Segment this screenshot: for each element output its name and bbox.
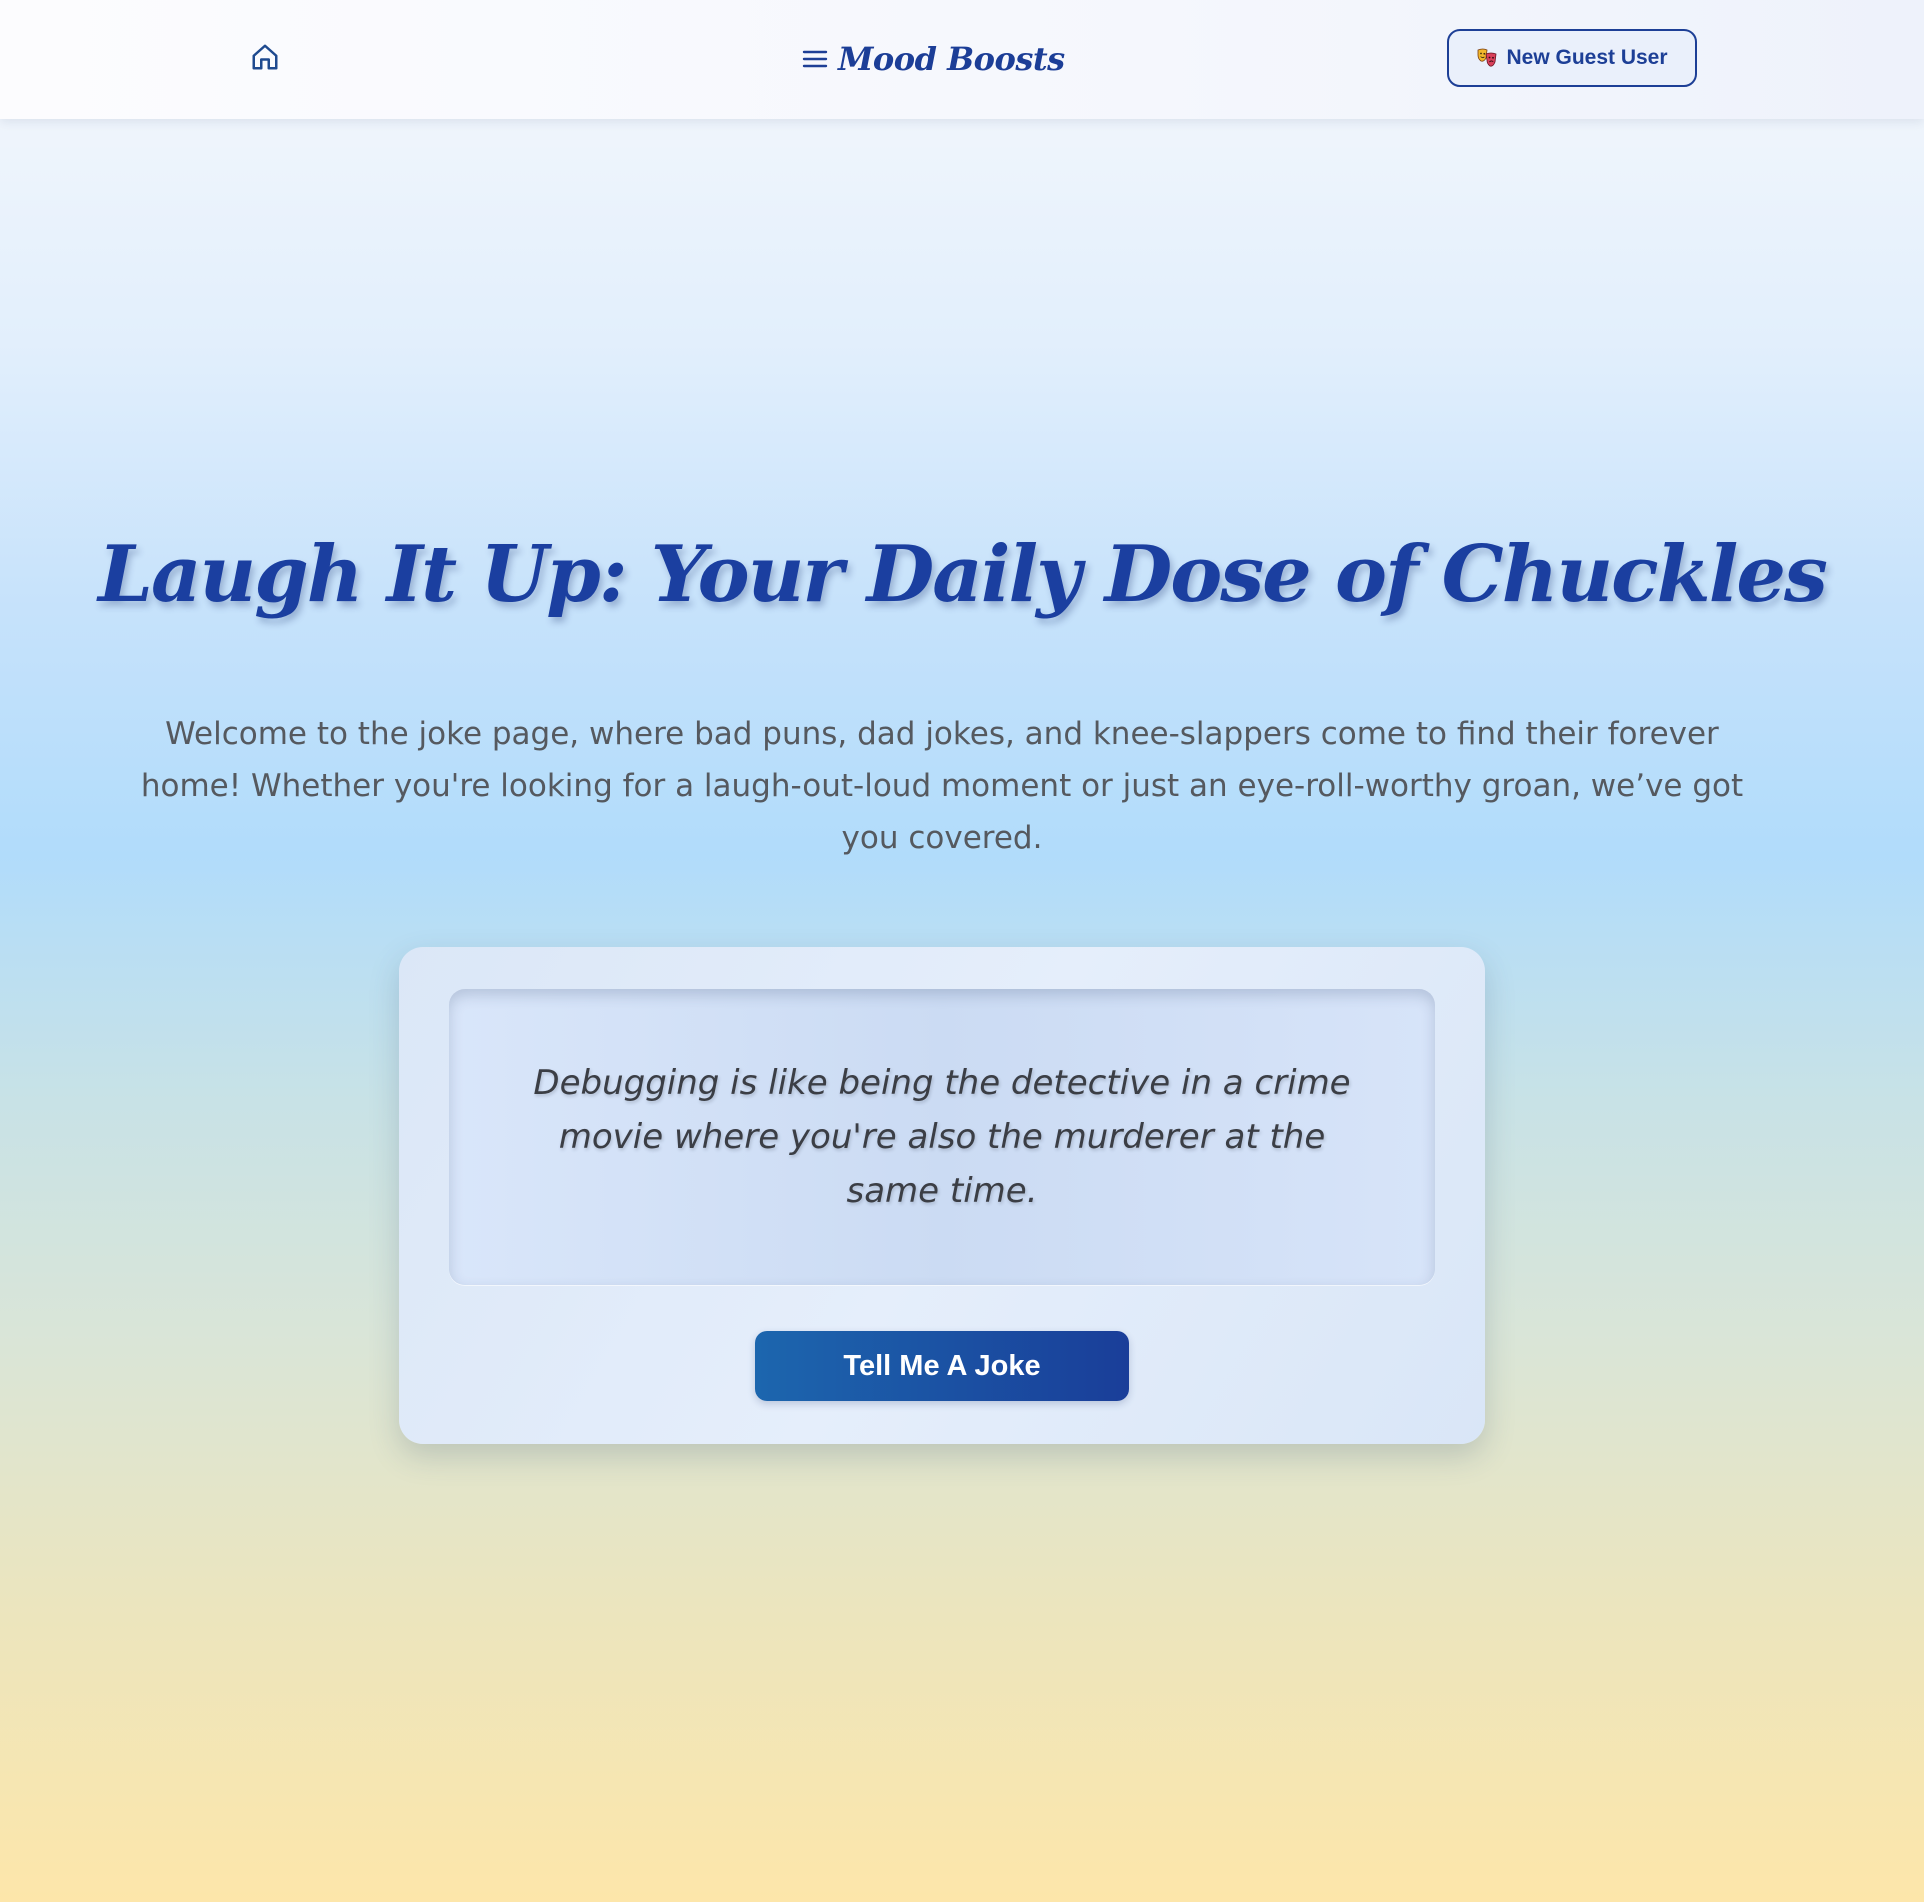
joke-text: Debugging is like being the detective in… — [533, 1063, 1351, 1211]
page-intro: Welcome to the joke page, where bad puns… — [140, 716, 1744, 856]
theater-masks-icon — [1476, 47, 1498, 69]
home-icon — [250, 42, 280, 76]
brand-menu-toggle[interactable]: Mood Boosts — [800, 30, 1065, 88]
hamburger-menu-icon[interactable] — [800, 44, 830, 74]
brand-name: Mood Boosts — [838, 40, 1065, 78]
joke-display: Debugging is like being the detective in… — [449, 989, 1435, 1285]
top-navigation-bar: Mood Boosts New Guest User — [0, 0, 1924, 119]
home-link[interactable] — [248, 42, 282, 76]
guest-user-label: New Guest User — [1506, 46, 1668, 69]
joke-card: Debugging is like being the detective in… — [399, 947, 1485, 1444]
page-title: Laugh It Up: Your Daily Dose of Chuckles — [98, 529, 1828, 620]
tell-me-a-joke-button[interactable]: Tell Me A Joke — [755, 1331, 1129, 1401]
new-guest-user-button[interactable]: New Guest User — [1447, 29, 1697, 87]
